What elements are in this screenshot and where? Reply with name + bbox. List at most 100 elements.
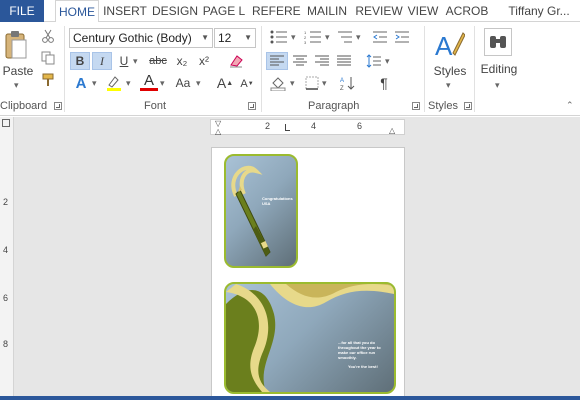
- align-left-icon[interactable]: [266, 52, 288, 70]
- multilevel-list-icon[interactable]: [334, 28, 356, 46]
- numbering-dropdown-arrow[interactable]: ▾: [325, 32, 330, 43]
- small-card-message: Congratulations USA: [262, 196, 293, 206]
- bold-button[interactable]: B: [70, 52, 90, 70]
- ribbon-home: Paste ▾ Clipboard Century Gothic (Body) …: [0, 22, 580, 116]
- highlight-dropdown-arrow[interactable]: ▾: [126, 78, 131, 89]
- line-spacing-icon[interactable]: [364, 52, 384, 70]
- tab-acrobat[interactable]: ACROB: [442, 0, 492, 22]
- change-case-button[interactable]: Aa: [172, 74, 194, 92]
- ribbon-tab-bar: FILE HOME INSERT DESIGN PAGE L REFERE MA…: [0, 0, 580, 23]
- editing-button[interactable]: Editing: [476, 62, 522, 76]
- tab-selector-icon[interactable]: [2, 119, 10, 127]
- status-bar: [0, 396, 580, 400]
- hruler-label-4: 4: [311, 121, 317, 131]
- binoculars-icon[interactable]: [484, 28, 512, 56]
- tab-mailings[interactable]: MAILIN: [304, 0, 350, 22]
- svg-text:A: A: [435, 31, 453, 61]
- line-spacing-dropdown-arrow[interactable]: ▾: [385, 56, 390, 67]
- increase-indent-icon[interactable]: [392, 28, 412, 46]
- styles-launcher-icon[interactable]: [464, 102, 472, 110]
- editing-dropdown-arrow[interactable]: ▾: [495, 80, 500, 91]
- paragraph-launcher-icon[interactable]: [412, 102, 420, 110]
- styles-icon[interactable]: A: [432, 28, 466, 62]
- sort-icon[interactable]: AZ: [338, 74, 358, 92]
- numbering-icon[interactable]: 123: [302, 28, 324, 46]
- font-family-select[interactable]: Century Gothic (Body) ▼: [69, 28, 213, 48]
- font-size-select[interactable]: 12 ▼: [214, 28, 256, 48]
- shading-icon[interactable]: [268, 74, 288, 92]
- tab-view[interactable]: VIEW: [406, 0, 440, 22]
- subscript-button[interactable]: x₂: [172, 52, 192, 70]
- font-launcher-icon[interactable]: [248, 102, 256, 110]
- borders-dropdown-arrow[interactable]: ▾: [322, 78, 327, 89]
- pen-illustration: [231, 165, 271, 257]
- ribbon-separator: [474, 26, 475, 112]
- bullets-dropdown-arrow[interactable]: ▾: [291, 32, 296, 43]
- paste-button[interactable]: Paste: [2, 64, 34, 78]
- italic-button[interactable]: I: [92, 52, 112, 70]
- text-effects-button[interactable]: A: [72, 74, 90, 92]
- large-greeting-card[interactable]: ...for all that you do throughout the ye…: [224, 282, 396, 394]
- cut-icon[interactable]: [40, 28, 56, 44]
- underline-button[interactable]: U: [116, 52, 132, 70]
- text-effects-dropdown-arrow[interactable]: ▾: [92, 78, 97, 89]
- justify-icon[interactable]: [334, 52, 354, 70]
- borders-icon[interactable]: [302, 74, 322, 92]
- document-page[interactable]: Congratulations USA ...for all that you …: [211, 147, 405, 400]
- tab-references[interactable]: REFERE: [252, 0, 301, 22]
- highlight-icon[interactable]: [104, 74, 124, 92]
- ribbon-separator: [64, 26, 65, 112]
- multilevel-dropdown-arrow[interactable]: ▾: [356, 32, 361, 43]
- tab-review[interactable]: REVIEW: [354, 0, 404, 22]
- tab-page-layout[interactable]: PAGE L: [200, 0, 248, 22]
- font-color-dropdown-arrow[interactable]: ▾: [160, 78, 165, 89]
- tab-insert[interactable]: INSERT: [100, 0, 150, 22]
- font-family-value: Century Gothic (Body): [73, 31, 192, 45]
- styles-dropdown-arrow[interactable]: ▾: [446, 80, 451, 91]
- small-greeting-card[interactable]: Congratulations USA: [224, 154, 298, 268]
- superscript-button[interactable]: x²: [194, 52, 214, 70]
- horizontal-ruler: ▽ △ 2 4 6 △: [210, 119, 405, 136]
- styles-button[interactable]: Styles: [430, 64, 470, 78]
- paste-dropdown-arrow[interactable]: ▾: [14, 80, 19, 91]
- tab-stop-marker[interactable]: [285, 124, 290, 131]
- vruler-label-4: 4: [3, 245, 9, 255]
- strikethrough-button[interactable]: abc: [146, 52, 170, 70]
- format-painter-icon[interactable]: [40, 72, 56, 88]
- paste-icon[interactable]: [2, 28, 30, 62]
- show-hide-marks-button[interactable]: ¶: [374, 74, 394, 92]
- large-card-closing: You're the best!: [348, 364, 378, 369]
- font-size-value: 12: [218, 31, 232, 45]
- change-case-dropdown-arrow[interactable]: ▾: [196, 78, 201, 89]
- chevron-down-icon: ▼: [244, 33, 252, 42]
- ribbon-separator: [424, 26, 425, 112]
- clear-formatting-icon[interactable]: [226, 52, 246, 70]
- hruler-label-6: 6: [357, 121, 363, 131]
- paragraph-group-label: Paragraph: [308, 100, 360, 112]
- hanging-indent-marker[interactable]: △: [215, 127, 221, 136]
- right-indent-marker[interactable]: △: [389, 126, 395, 135]
- svg-text:3: 3: [304, 40, 307, 44]
- tab-home[interactable]: HOME: [55, 0, 99, 23]
- decrease-indent-icon[interactable]: [370, 28, 390, 46]
- underline-dropdown-arrow[interactable]: ▾: [133, 56, 138, 67]
- chevron-down-icon: ▼: [201, 33, 209, 42]
- tab-design[interactable]: DESIGN: [150, 0, 200, 22]
- user-account[interactable]: Tiffany Gr...: [498, 0, 580, 22]
- tab-file[interactable]: FILE: [0, 0, 44, 22]
- vruler-label-6: 6: [3, 293, 9, 303]
- vruler-label-2: 2: [3, 197, 9, 207]
- font-color-button[interactable]: A: [140, 72, 158, 91]
- shrink-font-icon[interactable]: A ▼: [238, 76, 256, 92]
- align-center-icon[interactable]: [290, 52, 310, 70]
- clipboard-launcher-icon[interactable]: [54, 102, 62, 110]
- align-right-icon[interactable]: [312, 52, 332, 70]
- font-group-label: Font: [144, 100, 167, 112]
- vertical-ruler: 2 4 6 8: [0, 117, 14, 400]
- shading-dropdown-arrow[interactable]: ▾: [290, 78, 295, 89]
- collapse-ribbon-icon[interactable]: ⌃: [566, 100, 574, 111]
- copy-icon[interactable]: [40, 50, 56, 66]
- grow-font-icon[interactable]: A ▲: [216, 74, 234, 92]
- bullets-icon[interactable]: [268, 28, 290, 46]
- hruler-label-2: 2: [265, 121, 271, 131]
